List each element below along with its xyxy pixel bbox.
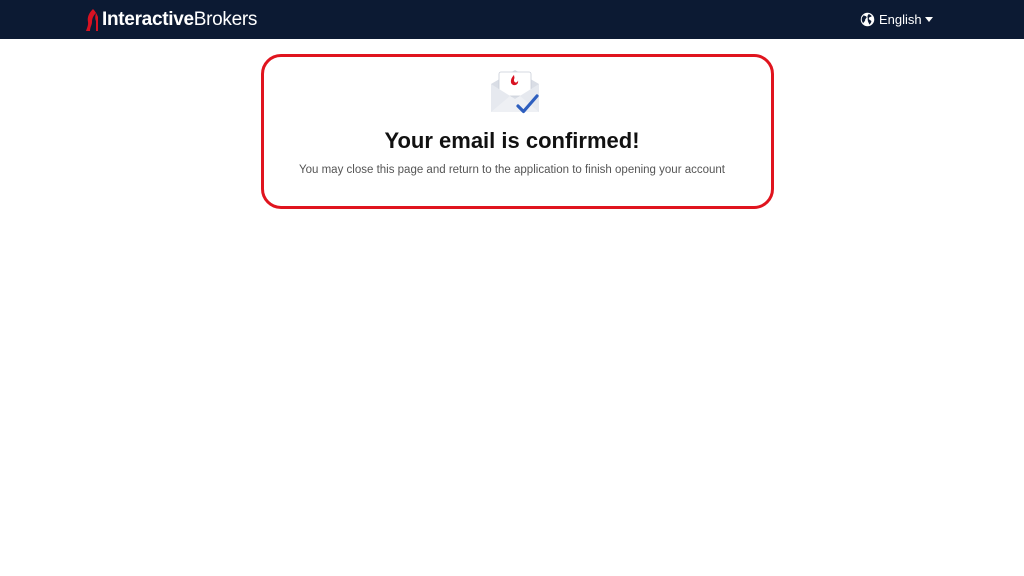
caret-down-icon — [924, 17, 933, 22]
confirmation-title: Your email is confirmed! — [384, 128, 640, 153]
globe-icon — [860, 12, 875, 26]
confirmation-message: You may close this page and return to th… — [299, 164, 725, 176]
language-selector[interactable]: English — [860, 10, 933, 28]
language-label: English — [879, 11, 922, 27]
ib-flame-logo-icon — [86, 9, 98, 31]
interactive-brokers-logo[interactable]: InteractiveBrokers — [84, 8, 257, 32]
email-confirmed-icon — [491, 70, 539, 114]
logo-text: InteractiveBrokers — [102, 9, 258, 30]
top-nav-bar: InteractiveBrokers English — [0, 0, 1024, 39]
